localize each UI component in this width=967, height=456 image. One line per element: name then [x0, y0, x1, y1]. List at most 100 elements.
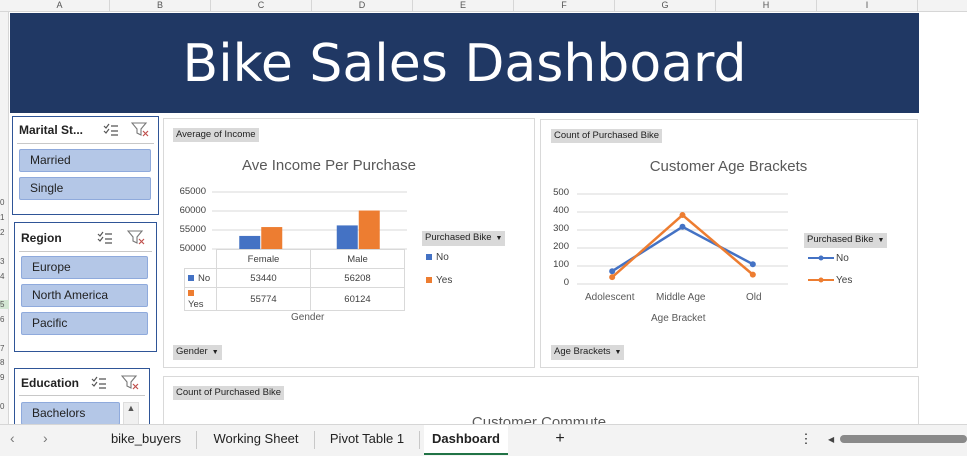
- legend-label: Yes: [436, 275, 453, 286]
- row-number[interactable]: 1: [0, 213, 9, 222]
- axis-field-button[interactable]: Age Brackets ▼: [551, 345, 625, 360]
- tab-working-sheet[interactable]: Working Sheet: [200, 425, 312, 455]
- scroll-left-icon[interactable]: ‹: [10, 430, 15, 446]
- bar-no-female: [239, 235, 261, 249]
- row-number[interactable]: 2: [0, 228, 9, 237]
- slicer-item-bachelors[interactable]: Bachelors: [21, 402, 120, 425]
- category-label: Female: [247, 253, 280, 265]
- y-tick: 400: [553, 205, 569, 216]
- swatch-yes: [188, 290, 194, 297]
- axis-field-button[interactable]: Gender ▼: [173, 345, 222, 360]
- row-number[interactable]: 9: [0, 373, 9, 382]
- row-number[interactable]: 5: [0, 300, 9, 309]
- dropdown-icon[interactable]: ▼: [212, 349, 219, 356]
- y-tick: 500: [553, 187, 569, 198]
- slicer-item-pacific[interactable]: Pacific: [21, 312, 148, 335]
- row-number[interactable]: 4: [0, 272, 9, 281]
- y-tick: 200: [553, 241, 569, 252]
- column-f[interactable]: F: [514, 0, 615, 12]
- slicer-item-single[interactable]: Single: [19, 177, 151, 200]
- clear-filter-icon[interactable]: [131, 122, 149, 137]
- table-cell: 60124: [310, 287, 405, 311]
- sheet-tab-bar: ‹ › bike_buyers Working Sheet Pivot Tabl…: [0, 424, 967, 456]
- add-sheet-button[interactable]: +: [548, 425, 572, 455]
- row-number[interactable]: 6: [0, 315, 9, 324]
- slicer-scroll-up[interactable]: ▲: [123, 402, 139, 425]
- tab-bike-buyers[interactable]: bike_buyers: [100, 425, 192, 455]
- value-field-button[interactable]: Count of Purchased Bike: [173, 386, 285, 400]
- legend-field-label: Purchased Bike: [807, 234, 874, 245]
- point-no-middle-age: [679, 223, 686, 230]
- x-axis-title: Gender: [291, 312, 325, 323]
- row-number[interactable]: 7: [0, 344, 9, 353]
- income-chart-panel[interactable]: Average of Income Ave Income Per Purchas…: [163, 118, 535, 368]
- tab-dashboard[interactable]: Dashboard: [424, 425, 508, 455]
- clear-filter-icon[interactable]: [121, 375, 139, 390]
- legend-field-label: Purchased Bike: [425, 232, 492, 243]
- point-no-adolescent: [609, 268, 616, 275]
- column-header: A B C D E F G H I: [0, 0, 967, 12]
- scroll-right-icon[interactable]: ›: [43, 430, 48, 446]
- slicer-divider: [17, 143, 154, 144]
- dashboard-title: Bike Sales Dashboard: [10, 13, 919, 113]
- table-cell: 53440: [216, 268, 311, 288]
- excel-window: A B C D E F G H I 0 1 2 3 4 5 6 7 8 9 0 …: [0, 0, 967, 456]
- slicer-item-married[interactable]: Married: [19, 149, 151, 172]
- tab-separator: [196, 431, 197, 449]
- table-cell: 56208: [310, 268, 405, 288]
- bar-yes-male: [358, 210, 380, 249]
- legend-item-no: No: [808, 253, 849, 264]
- education-slicer[interactable]: Education Bachelors ▲: [14, 368, 150, 428]
- table-corner: [185, 250, 217, 269]
- legend-item-yes: Yes: [426, 275, 452, 286]
- clear-filter-icon[interactable]: [127, 230, 145, 245]
- column-a[interactable]: A: [10, 0, 110, 12]
- axis-field-label: Age Brackets: [554, 346, 611, 357]
- filter-dropdown-icon[interactable]: ▼: [496, 235, 503, 242]
- slicer-item-europe[interactable]: Europe: [21, 256, 148, 279]
- column-e[interactable]: E: [413, 0, 514, 12]
- legend-label: No: [836, 253, 849, 264]
- more-options-icon[interactable]: ⋮: [796, 425, 816, 455]
- row-number[interactable]: 0: [0, 402, 9, 411]
- marital-status-slicer[interactable]: Marital St... Married Single: [12, 116, 159, 215]
- row-number[interactable]: 0: [0, 198, 9, 207]
- legend-field-button[interactable]: Purchased Bike ▼: [422, 231, 506, 246]
- multi-select-icon[interactable]: [103, 123, 119, 137]
- slicer-divider: [19, 395, 145, 396]
- x-tick: Adolescent: [585, 292, 635, 303]
- bar-yes-female: [261, 227, 283, 249]
- legend-line-swatch: [808, 255, 834, 261]
- multi-select-icon[interactable]: [97, 231, 113, 245]
- column-c[interactable]: C: [211, 0, 312, 12]
- x-axis-title: Age Bracket: [651, 313, 706, 324]
- slicer-item-north-america[interactable]: North America: [21, 284, 148, 307]
- legend-field-button[interactable]: Purchased Bike ▼: [804, 233, 888, 248]
- dropdown-icon[interactable]: ▼: [615, 349, 622, 356]
- y-tick: 55000: [179, 224, 206, 235]
- column-i[interactable]: I: [817, 0, 918, 12]
- filter-dropdown-icon[interactable]: ▼: [878, 237, 885, 244]
- row-number[interactable]: 3: [0, 257, 9, 266]
- column-g[interactable]: G: [615, 0, 716, 12]
- tab-pivot-table-1[interactable]: Pivot Table 1: [318, 425, 416, 455]
- y-tick: 300: [553, 223, 569, 234]
- legend-swatch: [426, 277, 432, 284]
- column-b[interactable]: B: [110, 0, 211, 12]
- multi-select-icon[interactable]: [91, 376, 107, 390]
- horizontal-scrollbar[interactable]: [840, 435, 967, 443]
- point-no-old: [749, 261, 756, 268]
- legend-line-swatch: [808, 277, 834, 283]
- row-number[interactable]: 8: [0, 358, 9, 367]
- column-d[interactable]: D: [312, 0, 413, 12]
- y-tick: 65000: [179, 186, 206, 197]
- legend-item-no: No: [426, 252, 449, 263]
- x-tick: Middle Age: [656, 292, 706, 303]
- region-slicer[interactable]: Region Europe North America Pacific: [14, 222, 157, 352]
- age-chart-panel[interactable]: Count of Purchased Bike Customer Age Bra…: [540, 119, 918, 368]
- column-h[interactable]: H: [716, 0, 817, 12]
- hscroll-left-arrow[interactable]: ◀: [828, 435, 834, 444]
- y-tick: 100: [553, 259, 569, 270]
- series-line-no: [611, 225, 754, 273]
- row-header: 0 1 2 3 4 5 6 7 8 9 0: [0, 12, 9, 424]
